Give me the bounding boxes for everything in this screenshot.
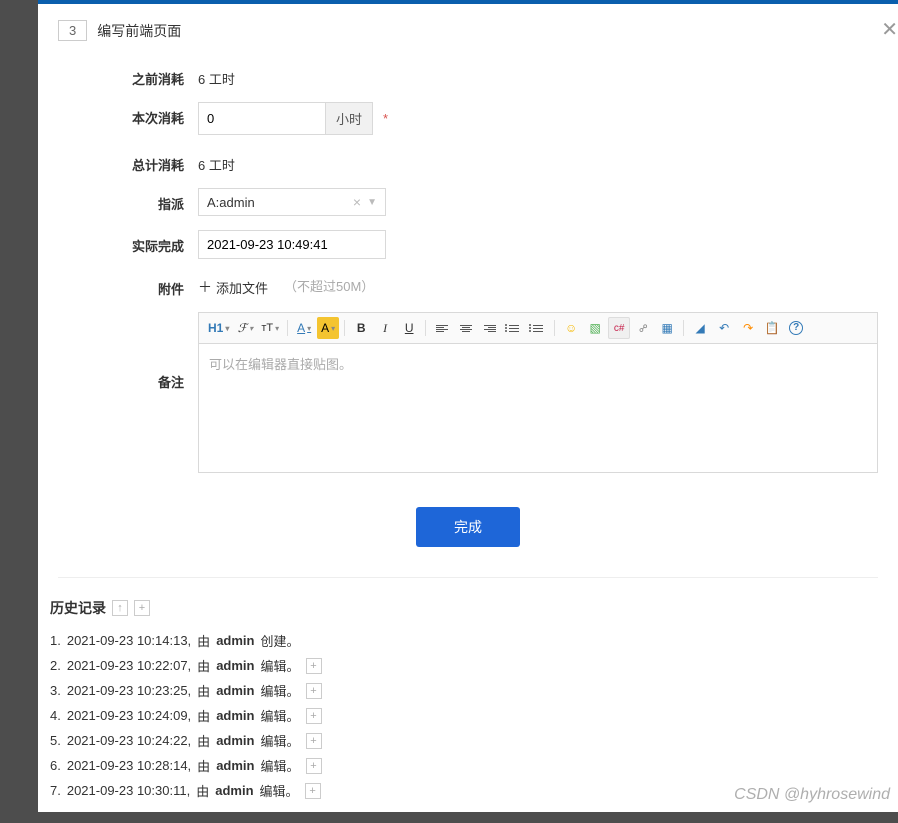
font-family-button[interactable]: ℱ: [234, 317, 256, 339]
history-item-expand-button[interactable]: +: [306, 758, 322, 774]
row-this-consumed: 本次消耗 小时 *: [58, 102, 878, 135]
bold-button[interactable]: B: [350, 317, 372, 339]
clear-icon[interactable]: ×: [353, 194, 361, 210]
history-item: 1. 2021-09-23 10:14:13, 由 admin 创建。: [50, 628, 878, 653]
task-title: 编写前端页面: [97, 21, 181, 41]
history-item: 6. 2021-09-23 10:28:14, 由 admin 编辑。 +: [50, 753, 878, 778]
history-item: 4. 2021-09-23 10:24:09, 由 admin 编辑。 +: [50, 703, 878, 728]
link-button[interactable]: ⚯: [632, 317, 654, 339]
total-consumed-value: 6 工时: [198, 149, 235, 174]
prev-consumed-value: 6 工时: [198, 63, 235, 88]
history-item-expand-button[interactable]: +: [306, 733, 322, 749]
row-remark: 备注 H1 ℱ тT A A B I U: [58, 312, 878, 473]
history-item: 3. 2021-09-23 10:23:25, 由 admin 编辑。 +: [50, 678, 878, 703]
code-button[interactable]: c#: [608, 317, 630, 339]
emoji-button[interactable]: ☺: [560, 317, 582, 339]
modal-header: 3 编写前端页面: [38, 0, 898, 53]
required-mark: *: [383, 111, 388, 126]
plus-icon: ＋: [198, 277, 212, 297]
ordered-list-button[interactable]: [503, 317, 525, 339]
history-item-expand-button[interactable]: +: [306, 683, 322, 699]
align-center-button[interactable]: [455, 317, 477, 339]
heading-button[interactable]: H1: [205, 317, 232, 339]
font-color-button[interactable]: A: [293, 317, 315, 339]
submit-button[interactable]: 完成: [416, 507, 520, 547]
file-size-hint: （不超过50M）: [284, 276, 374, 295]
align-left-button[interactable]: [431, 317, 453, 339]
history-title: 历史记录: [50, 598, 106, 618]
history-item: 2. 2021-09-23 10:22:07, 由 admin 编辑。 +: [50, 653, 878, 678]
add-file-button[interactable]: ＋ 添加文件: [198, 273, 268, 297]
help-button[interactable]: ?: [785, 317, 807, 339]
close-icon[interactable]: ✕: [881, 20, 898, 40]
redo-button[interactable]: ↷: [737, 317, 759, 339]
history-list: 1. 2021-09-23 10:14:13, 由 admin 创建。2. 20…: [50, 628, 878, 803]
history-item: 5. 2021-09-23 10:24:22, 由 admin 编辑。 +: [50, 728, 878, 753]
align-right-button[interactable]: [479, 317, 501, 339]
history-item-expand-button[interactable]: +: [305, 783, 321, 799]
history-expand-all-button[interactable]: +: [134, 600, 150, 616]
row-attachment: 附件 ＋ 添加文件 （不超过50M）: [58, 273, 878, 298]
editor-toolbar: H1 ℱ тT A A B I U: [198, 312, 878, 343]
row-assign: 指派 A:admin × ▼: [58, 188, 878, 216]
this-consumed-input[interactable]: [199, 103, 325, 134]
task-finish-modal: ✕ 3 编写前端页面 之前消耗 6 工时 本次消耗 小时 * 总计消耗 6 工时…: [38, 0, 898, 812]
row-prev-consumed: 之前消耗 6 工时: [58, 63, 878, 88]
bg-color-button[interactable]: A: [317, 317, 339, 339]
history-item-expand-button[interactable]: +: [306, 658, 322, 674]
row-finish-date: 实际完成: [58, 230, 878, 259]
italic-button[interactable]: I: [374, 317, 396, 339]
history-item-expand-button[interactable]: +: [306, 708, 322, 724]
row-total-consumed: 总计消耗 6 工时: [58, 149, 878, 174]
editor-body[interactable]: 可以在编辑器直接贴图。: [198, 343, 878, 473]
history-collapse-button[interactable]: ↑: [112, 600, 128, 616]
finish-date-input[interactable]: [198, 230, 386, 259]
watermark: CSDN @hyhrosewind: [734, 786, 890, 804]
unordered-list-button[interactable]: [527, 317, 549, 339]
font-size-button[interactable]: тT: [258, 317, 282, 339]
hour-unit: 小时: [325, 103, 372, 134]
assign-select[interactable]: A:admin × ▼: [198, 188, 386, 216]
image-button[interactable]: ▧: [584, 317, 606, 339]
erase-format-button[interactable]: ◢: [689, 317, 711, 339]
undo-button[interactable]: ↶: [713, 317, 735, 339]
rich-editor: H1 ℱ тT A A B I U: [198, 312, 878, 473]
table-button[interactable]: ▦: [656, 317, 678, 339]
underline-button[interactable]: U: [398, 317, 420, 339]
paste-button[interactable]: 📋: [761, 317, 783, 339]
task-id: 3: [58, 20, 87, 41]
chevron-down-icon: ▼: [367, 197, 377, 208]
